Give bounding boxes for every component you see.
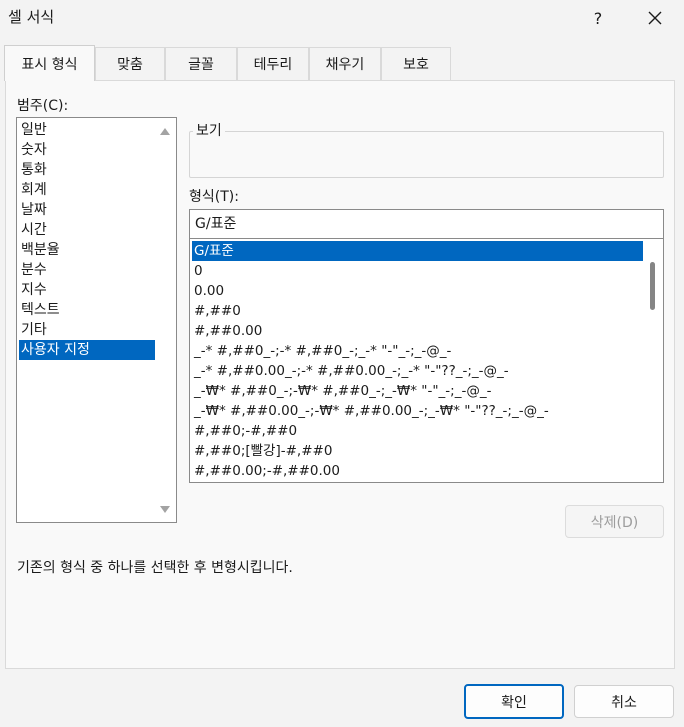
category-item-special[interactable]: 기타 [19, 320, 155, 340]
help-button[interactable]: ? [584, 4, 612, 32]
format-type-input[interactable]: G/표준 [189, 209, 664, 239]
format-list-item[interactable]: 0.00 [192, 281, 643, 301]
format-list-item[interactable]: _-* #,##0_-;-* #,##0_-;_-* "-"_-;_-@_- [192, 341, 643, 361]
dialog-title: 셀 서식 [8, 8, 55, 26]
delete-button[interactable]: 삭제(D) [565, 505, 664, 538]
tab-alignment[interactable]: 맞춤 [95, 47, 165, 80]
tab-font[interactable]: 글꼴 [165, 47, 237, 80]
tab-protection[interactable]: 보호 [381, 47, 451, 80]
format-list-item[interactable]: #,##0;-#,##0 [192, 421, 643, 441]
format-type-label: 형식(T): [189, 189, 239, 205]
cancel-button[interactable]: 취소 [574, 685, 674, 718]
scroll-down-icon[interactable] [159, 505, 171, 515]
category-label: 범주(C): [17, 98, 69, 114]
tab-border[interactable]: 테두리 [237, 47, 309, 80]
category-item-general[interactable]: 일반 [19, 120, 155, 140]
format-list-item[interactable]: G/표준 [192, 241, 643, 261]
format-list-item[interactable]: _-* #,##0.00_-;-* #,##0.00_-;_-* "-"??_-… [192, 361, 643, 381]
category-item-percentage[interactable]: 백분율 [19, 240, 155, 260]
category-item-currency[interactable]: 통화 [19, 160, 155, 180]
category-list[interactable]: 일반 숫자 통화 회계 날짜 시간 백분율 분수 지수 텍스트 기타 사용자 지… [16, 117, 177, 523]
format-list-item[interactable]: _-₩* #,##0_-;-₩* #,##0_-;_-₩* "-"_-;_-@_… [192, 381, 643, 401]
category-item-scientific[interactable]: 지수 [19, 280, 155, 300]
tab-fill[interactable]: 채우기 [309, 47, 381, 80]
category-item-accounting[interactable]: 회계 [19, 180, 155, 200]
category-item-fraction[interactable]: 분수 [19, 260, 155, 280]
format-list-item[interactable]: #,##0 [192, 301, 643, 321]
tab-number[interactable]: 표시 형식 [4, 45, 95, 81]
format-list[interactable]: G/표준 0 0.00 #,##0 #,##0.00 _-* #,##0_-;-… [189, 238, 664, 483]
category-item-custom[interactable]: 사용자 지정 [19, 340, 155, 360]
scroll-up-icon[interactable] [159, 126, 171, 136]
preview-label: 보기 [193, 120, 225, 140]
category-item-date[interactable]: 날짜 [19, 200, 155, 220]
category-item-number[interactable]: 숫자 [19, 140, 155, 160]
category-item-text[interactable]: 텍스트 [19, 300, 155, 320]
format-list-item[interactable]: _-₩* #,##0.00_-;-₩* #,##0.00_-;_-₩* "-"?… [192, 401, 643, 421]
ok-button[interactable]: 확인 [464, 684, 564, 719]
format-list-item[interactable]: #,##0.00;-#,##0.00 [192, 461, 643, 481]
close-icon [648, 11, 662, 25]
format-list-scrollbar[interactable] [644, 240, 662, 481]
description-text: 기존의 형식 중 하나를 선택한 후 변형시킵니다. [17, 560, 293, 576]
category-scrollbar[interactable] [156, 119, 174, 521]
close-button[interactable] [641, 4, 669, 32]
format-list-item[interactable]: 0 [192, 261, 643, 281]
preview-box [189, 131, 664, 178]
category-item-time[interactable]: 시간 [19, 220, 155, 240]
format-list-item[interactable]: #,##0.00 [192, 321, 643, 341]
scroll-thumb[interactable] [650, 262, 655, 310]
format-list-item[interactable]: #,##0;[빨강]-#,##0 [192, 441, 643, 461]
